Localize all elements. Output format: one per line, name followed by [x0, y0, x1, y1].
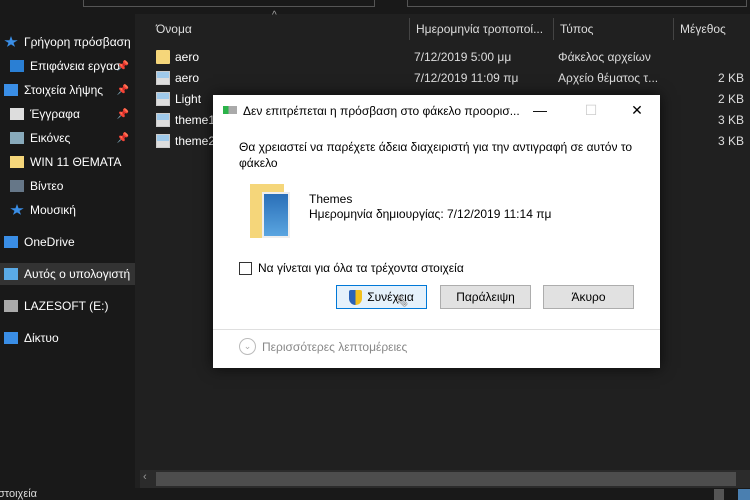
sidebar-item-label: Μουσική [30, 203, 76, 217]
sidebar-item[interactable]: Δίκτυο [0, 327, 135, 349]
sidebar-item-label: Δίκτυο [24, 331, 59, 345]
status-bar: στοιχεία [0, 488, 750, 500]
dialog-title-bar: Δεν επιτρέπεται η πρόσβαση στο φάκελο πρ… [213, 95, 660, 125]
network-icon [4, 332, 18, 344]
chevron-down-icon: ⌄ [239, 338, 256, 355]
file-row[interactable]: aero 7/12/2019 11:09 πμ Αρχείο θέματος τ..… [136, 68, 750, 88]
sidebar-item[interactable]: Βίντεο [0, 175, 135, 197]
address-bar[interactable] [83, 0, 375, 7]
folder-icon [156, 50, 170, 64]
column-header-size[interactable]: Μέγεθος [673, 18, 750, 40]
file-name: Light [175, 92, 202, 106]
theme-file-icon [156, 134, 170, 148]
more-details-toggle[interactable]: ⌄ Περισσότερες λεπτομέρειες [239, 338, 407, 355]
theme-file-icon [156, 71, 170, 85]
scroll-left-icon[interactable]: ‹ [143, 471, 147, 483]
sidebar-item-label: LAZESOFT (E:) [24, 299, 109, 313]
sidebar-item[interactable]: OneDrive [0, 231, 135, 253]
close-button[interactable]: ✕ [619, 99, 655, 121]
file-date: 7/12/2019 11:09 πμ [414, 71, 519, 85]
file-size: 3 KB [717, 134, 744, 148]
sidebar-item-label: Βίντεο [30, 179, 64, 193]
download-icon [4, 84, 18, 96]
maximize-button: ☐ [584, 102, 598, 118]
sidebar-item[interactable]: WIN 11 ΘΕΜΑΤΑ [0, 151, 135, 173]
sidebar-item[interactable]: Μουσική [0, 199, 135, 221]
sidebar-item[interactable]: Έγγραφα 📌 [0, 103, 135, 125]
music-icon [10, 204, 24, 215]
documents-icon [10, 108, 24, 120]
sidebar-item[interactable]: LAZESOFT (E:) [0, 295, 135, 317]
skip-button[interactable]: Παράλειψη [440, 285, 531, 309]
toolbar [0, 0, 750, 14]
column-header-date[interactable]: Ημερομηνία τροποποί... [409, 18, 553, 40]
sidebar-item-label: Επιφάνεια εργασ [30, 59, 121, 73]
computer-icon [4, 268, 18, 280]
file-name: aero [175, 71, 200, 85]
mouse-cursor-icon: ⬁ [395, 293, 409, 310]
folder-created-date: Ημερομηνία δημιουργίας: 7/12/2019 11:14 … [309, 207, 552, 221]
pin-icon[interactable]: 📌 [117, 85, 129, 96]
file-row[interactable]: aero 7/12/2019 5:00 μμ Φάκελος αρχείων [136, 47, 750, 67]
column-header-type[interactable]: Τύπος [553, 18, 673, 40]
drive-icon [4, 300, 18, 312]
search-box[interactable] [407, 0, 747, 7]
star-icon [4, 36, 18, 47]
uac-shield-icon [349, 289, 363, 305]
dialog-title: Δεν επιτρέπεται η πρόσβαση στο φάκελο πρ… [243, 104, 520, 118]
sidebar-item-label: Γρήγορη πρόσβαση [24, 35, 131, 49]
cancel-button[interactable]: Άκυρο [543, 285, 634, 309]
copy-icon [223, 106, 237, 114]
theme-file-icon [156, 92, 170, 106]
sidebar-item[interactable]: Γρήγορη πρόσβαση [0, 31, 135, 53]
dialog-message: Θα χρειαστεί να παρέχετε άδεια διαχειρισ… [239, 140, 633, 170]
pictures-icon [10, 132, 24, 144]
pin-icon[interactable]: 📌 [117, 109, 129, 120]
scrollbar-thumb[interactable] [156, 472, 736, 486]
sidebar-item[interactable]: Επιφάνεια εργασ 📌 [0, 55, 135, 77]
continue-button[interactable]: Συνέχεια [336, 285, 427, 309]
sidebar-item[interactable]: Στοιχεία λήψης 📌 [0, 79, 135, 101]
minimize-button[interactable]: — [522, 99, 558, 121]
file-name: theme1 [175, 113, 216, 127]
navigation-pane: Γρήγορη πρόσβαση Επιφάνεια εργασ 📌 Στοιχεία… [0, 14, 135, 488]
file-size: 2 KB [717, 71, 744, 85]
file-date: 7/12/2019 5:00 μμ [414, 50, 512, 64]
sidebar-item[interactable]: Αυτός ο υπολογιστή [0, 263, 135, 285]
sidebar-item-label: Εικόνες [30, 131, 71, 145]
file-size: 3 KB [717, 113, 744, 127]
folder-name: Themes [309, 192, 353, 206]
pin-icon[interactable]: 📌 [117, 61, 129, 72]
access-denied-dialog: Δεν επιτρέπεται η πρόσβαση στο φάκελο πρ… [213, 95, 660, 368]
status-text: στοιχεία [0, 488, 38, 500]
tiles-view-icon[interactable] [738, 489, 750, 500]
more-details-label: Περισσότερες λεπτομέρειες [262, 339, 408, 354]
sidebar-item-label: Στοιχεία λήψης [24, 83, 104, 97]
horizontal-scrollbar[interactable]: ‹ [140, 470, 750, 488]
sidebar-item-label: WIN 11 ΘΕΜΑΤΑ [30, 155, 122, 169]
file-type: Αρχείο θέματος τ... [558, 71, 659, 85]
file-name: theme2 [175, 134, 216, 148]
sidebar-item-label: Αυτός ο υπολογιστή [24, 267, 131, 281]
column-header-name[interactable]: Όνομα [136, 18, 409, 40]
video-icon [10, 180, 24, 192]
pin-icon[interactable]: 📌 [117, 133, 129, 144]
sidebar-item[interactable]: Εικόνες 📌 [0, 127, 135, 149]
desktop-icon [10, 60, 24, 72]
file-size: 2 KB [717, 92, 744, 106]
file-type: Φάκελος αρχείων [558, 50, 651, 64]
sidebar-item-label: Έγγραφα [30, 107, 80, 121]
apply-to-all-checkbox[interactable]: Να γίνεται για όλα τα τρέχοντα στοιχεία [239, 261, 464, 275]
details-view-icon[interactable] [714, 489, 724, 500]
divider [213, 329, 660, 330]
cloud-icon [4, 236, 18, 248]
checkbox-box[interactable] [239, 261, 252, 275]
folder-icon [10, 156, 24, 168]
folder-info: Themes Ημερομηνία δημιουργίας: 7/12/2019… [309, 192, 551, 222]
checkbox-label: Να γίνεται για όλα τα τρέχοντα στοιχεία [258, 261, 464, 275]
sidebar-item-label: OneDrive [24, 235, 75, 249]
file-name: aero [175, 50, 200, 64]
themes-folder-icon [250, 184, 292, 240]
theme-file-icon [156, 113, 170, 127]
